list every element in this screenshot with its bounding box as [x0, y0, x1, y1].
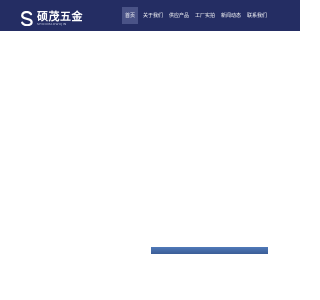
nav-item-contact[interactable]: 联系我们: [246, 7, 268, 24]
nav-item-home[interactable]: 首页: [122, 7, 138, 24]
nav-item-news[interactable]: 新闻动态: [220, 7, 242, 24]
nav-item-products[interactable]: 供应产品: [168, 7, 190, 24]
progress-bar-fill: [151, 247, 268, 254]
nav-item-about[interactable]: 关于我们: [142, 7, 164, 24]
progress-bar: [151, 247, 268, 254]
nav-item-factory[interactable]: 工厂实拍: [194, 7, 216, 24]
main-nav: 首页 关于我们 供应产品 工厂实拍 新闻动态 联系我们: [0, 0, 300, 31]
site-header: 硕茂五金 SHUOMAOWUJIN 首页 关于我们 供应产品 工厂实拍 新闻动态…: [0, 0, 300, 31]
